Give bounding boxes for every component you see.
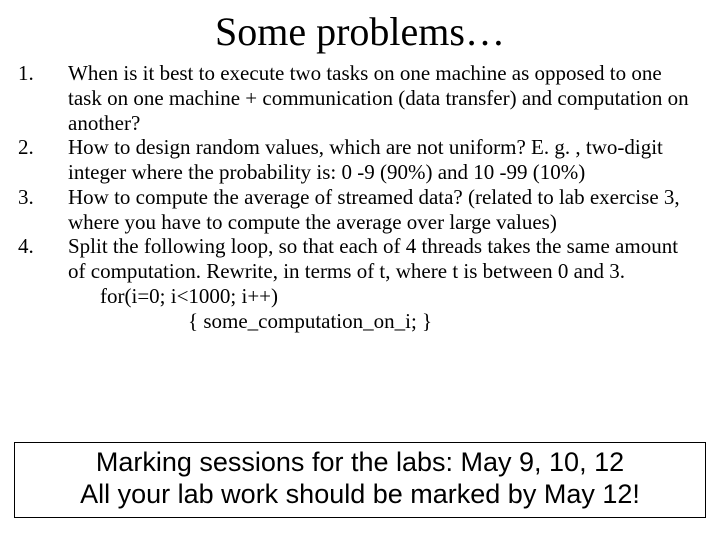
item-text: Split the following loop, so that each o…: [68, 234, 678, 283]
footer-line: All your lab work should be marked by Ma…: [19, 479, 701, 511]
item-number: 2.: [18, 135, 68, 185]
item-number: 3.: [18, 185, 68, 235]
code-line: for(i=0; i<1000; i++): [68, 284, 696, 309]
slide-title: Some problems…: [18, 6, 702, 55]
list-item: 1. When is it best to execute two tasks …: [18, 61, 702, 135]
list-item: 2. How to design random values, which ar…: [18, 135, 702, 185]
slide: Some problems… 1. When is it best to exe…: [0, 0, 720, 540]
item-text: How to design random values, which are n…: [68, 135, 702, 185]
footer-line: Marking sessions for the labs: May 9, 10…: [19, 447, 701, 479]
item-number: 1.: [18, 61, 68, 135]
code-line: { some_computation_on_i; }: [68, 309, 696, 334]
item-text: How to compute the average of streamed d…: [68, 185, 702, 235]
footer-note: Marking sessions for the labs: May 9, 10…: [14, 442, 706, 518]
problem-list: 1. When is it best to execute two tasks …: [18, 61, 702, 333]
item-number: 4.: [18, 234, 68, 333]
item-body: Split the following loop, so that each o…: [68, 234, 702, 333]
list-item: 4. Split the following loop, so that eac…: [18, 234, 702, 333]
item-text: When is it best to execute two tasks on …: [68, 61, 702, 135]
list-item: 3. How to compute the average of streame…: [18, 185, 702, 235]
